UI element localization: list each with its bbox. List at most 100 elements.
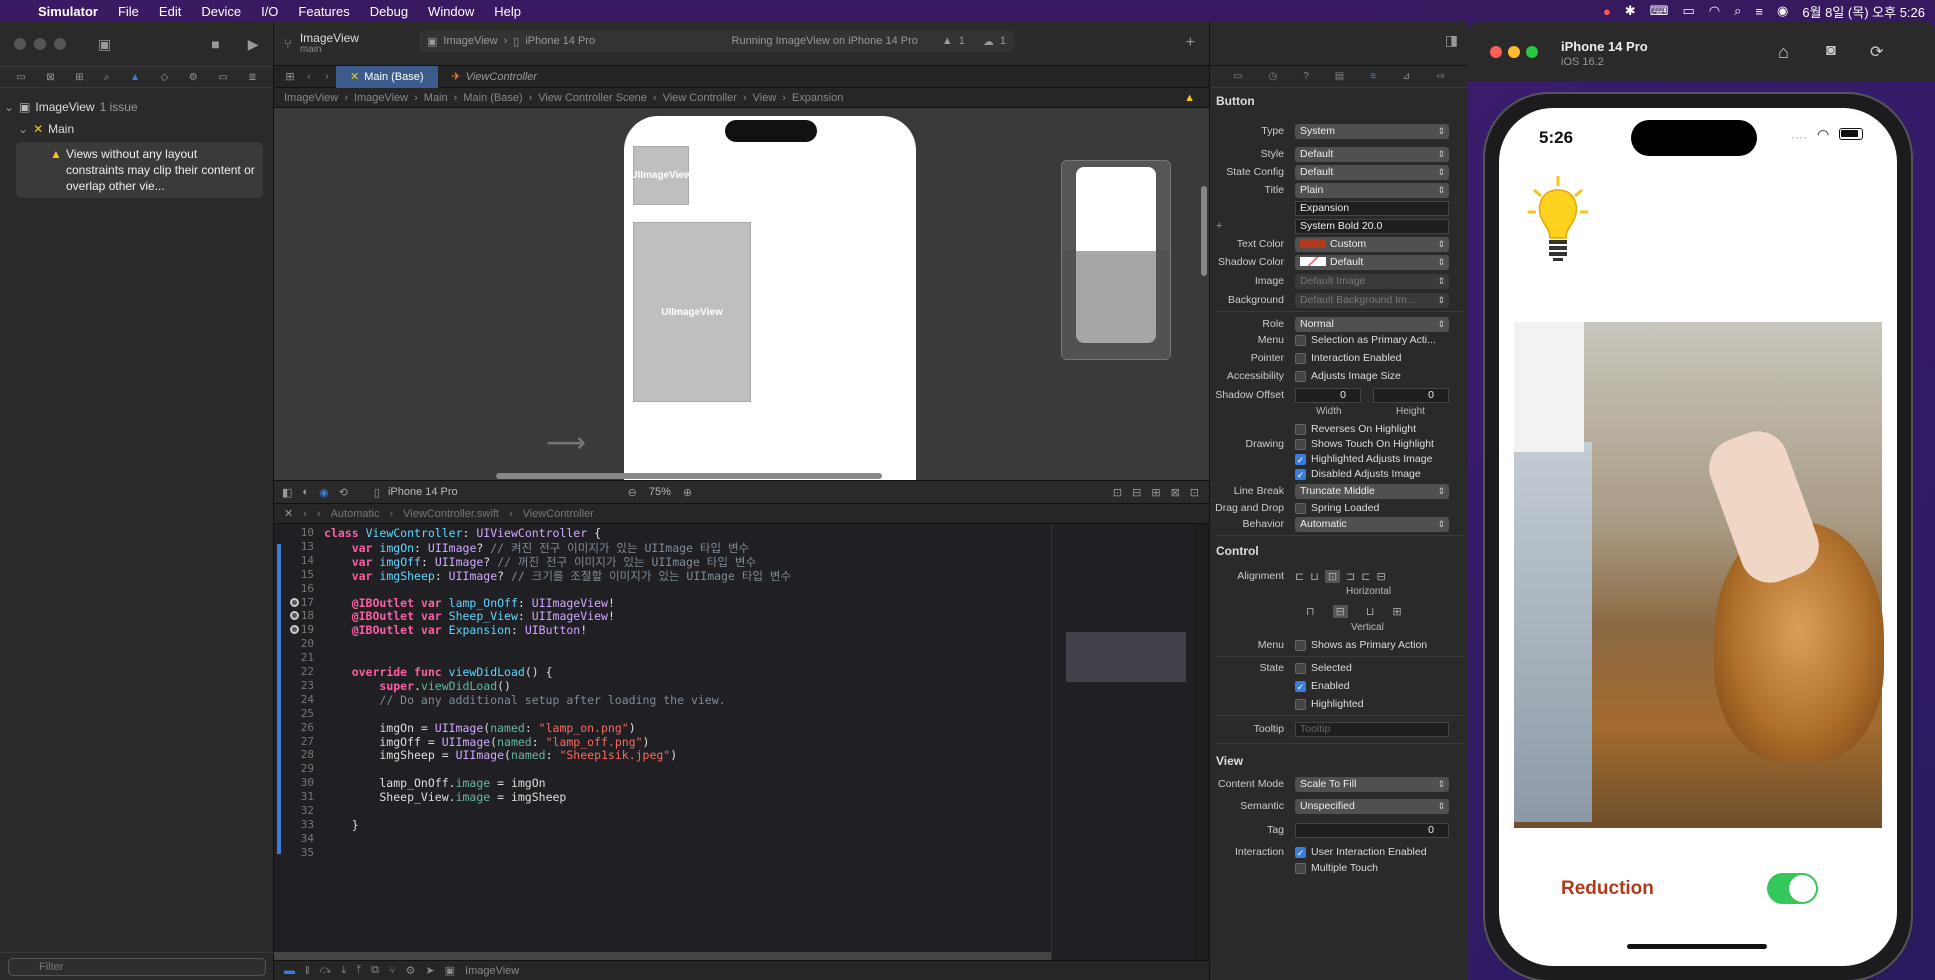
shows-primary-checkbox[interactable]	[1295, 639, 1306, 651]
issue-icon[interactable]: ▲	[130, 72, 140, 83]
breakpoint-icon[interactable]: ▭	[218, 72, 227, 83]
debug-area-toggle-icon[interactable]: ▬	[284, 965, 295, 977]
font-field[interactable]: System Bold 20.0	[1295, 218, 1449, 234]
reverses-checkbox[interactable]	[1295, 423, 1306, 435]
appearance-icon[interactable]: ◐	[302, 486, 309, 498]
align-icon[interactable]: ⊟	[1132, 486, 1141, 499]
history-inspector-icon[interactable]: ◷	[1268, 71, 1277, 82]
menu-device[interactable]: Device	[191, 4, 251, 19]
connections-inspector-icon[interactable]: ⇨	[1437, 71, 1445, 82]
bottom-scheme[interactable]: ImageView	[465, 965, 519, 977]
warning-count[interactable]: 1	[959, 35, 965, 47]
align-left-icon[interactable]: ⊏	[1295, 570, 1304, 583]
code-line[interactable]: imgOff = UIImage(named: "lamp_off.png")	[324, 735, 649, 749]
source-control-icon[interactable]: ⊠	[46, 72, 54, 83]
issue-count[interactable]: 1	[1000, 35, 1006, 47]
code-editor[interactable]: 10 class ViewController: UIViewController…	[274, 524, 1051, 960]
multiple-touch-checkbox[interactable]	[1295, 862, 1306, 874]
highlighted-checkbox[interactable]	[1295, 698, 1306, 710]
code-line[interactable]: Sheep_View.image = imgSheep	[324, 790, 566, 804]
title-select[interactable]: Plain	[1295, 182, 1449, 198]
lamp-image[interactable]	[1526, 172, 1590, 268]
enabled-checkbox[interactable]: ✓	[1295, 680, 1306, 692]
back-icon[interactable]: ‹	[303, 508, 307, 520]
step-over-icon[interactable]: ⤼	[320, 964, 332, 977]
grid-icon[interactable]: ⊞	[280, 70, 300, 83]
jump-item[interactable]: Expansion	[792, 92, 843, 104]
rotate-icon[interactable]: ⟳	[1870, 42, 1883, 62]
outline-toggle-icon[interactable]: ◧	[282, 486, 292, 499]
keyboard-icon[interactable]: ⌨	[1650, 3, 1669, 19]
close-window-button[interactable]	[14, 38, 26, 50]
identity-inspector-icon[interactable]: ▤	[1335, 71, 1344, 82]
vertical-alignment-control[interactable]: ⊓ ⊟ ⊔ ⊞	[1306, 604, 1402, 618]
imageview-small[interactable]: UIImageView	[630, 146, 692, 205]
shadow-color-select[interactable]: Default	[1295, 254, 1449, 270]
step-out-icon[interactable]: ⤒	[356, 964, 361, 977]
horizontal-alignment-control[interactable]: ⊏ ⊔ ⊡ ⊐ ⊏ ⊟	[1295, 569, 1386, 583]
code-line[interactable]: imgSheep = UIImage(named: "Sheep1sik.jpe…	[324, 748, 677, 762]
menu-debug[interactable]: Debug	[360, 4, 418, 19]
find-icon[interactable]: ⌕	[104, 72, 110, 83]
code-line[interactable]: // Do any additional setup after loading…	[324, 693, 725, 707]
style-select[interactable]: Default	[1295, 146, 1449, 162]
code-line[interactable]: class ViewController: UIViewController {	[324, 526, 601, 540]
destination-device[interactable]: iPhone 14 Pro	[525, 35, 595, 47]
image-select[interactable]: Default Image	[1295, 273, 1449, 289]
sim-minimize-button[interactable]	[1508, 46, 1520, 58]
menu-checkbox[interactable]	[1295, 334, 1306, 346]
run-button[interactable]: ▶	[248, 36, 259, 53]
jump-item[interactable]: View Controller Scene	[538, 92, 647, 104]
jump-item[interactable]: ImageView	[284, 92, 338, 104]
align-bottom-icon[interactable]: ⊔	[1366, 605, 1375, 618]
hierarchy-icon[interactable]: ⊞	[75, 72, 83, 83]
align-trailing-icon[interactable]: ⊟	[1376, 570, 1385, 583]
close-icon[interactable]: ✕	[284, 507, 293, 520]
orientation-icon[interactable]: ⟲	[339, 486, 348, 499]
disclosure-icon[interactable]: ⌄	[4, 100, 14, 114]
view-debugger-icon[interactable]: ⧉	[371, 964, 379, 977]
sidebar-toggle-icon[interactable]: ▣	[98, 36, 111, 53]
environment-icon[interactable]: ⚙	[406, 964, 416, 977]
background-select[interactable]: Default Background Im...	[1295, 292, 1449, 308]
zoom-out-icon[interactable]: ⊖	[628, 486, 637, 499]
text-color-select[interactable]: Custom	[1295, 236, 1449, 252]
folder-icon[interactable]: ▭	[16, 72, 25, 83]
menu-features[interactable]: Features	[288, 4, 359, 19]
code-line[interactable]: }	[324, 818, 359, 832]
filter-input[interactable]: Filter	[8, 957, 266, 976]
menu-clock[interactable]: 6월 8일 (목) 오후 5:26	[1802, 2, 1925, 21]
title-field[interactable]: Expansion	[1295, 200, 1449, 216]
state-config-select[interactable]: Default	[1295, 164, 1449, 180]
home-icon[interactable]: ⌂	[1778, 42, 1789, 63]
resolve-issues-icon[interactable]: ⊠	[1171, 486, 1180, 499]
disclosure-icon[interactable]: ⌄	[18, 122, 28, 136]
jump-item[interactable]: ViewController	[523, 508, 594, 520]
interface-builder-canvas[interactable]: UIImageView UIImageView ⟶	[274, 108, 1209, 480]
stop-button[interactable]: ■	[211, 36, 219, 52]
tree-group-row[interactable]: ⌄ ✕ Main	[4, 118, 269, 140]
step-in-icon[interactable]: ⤓	[341, 964, 346, 977]
forward-icon[interactable]: ›	[318, 71, 336, 83]
align-top-icon[interactable]: ⊓	[1306, 605, 1315, 618]
code-line[interactable]: imgOn = UIImage(named: "lamp_on.png")	[324, 721, 635, 735]
tab-main-base[interactable]: ✕ Main (Base)	[336, 65, 438, 88]
behavior-select[interactable]: Automatic	[1295, 516, 1449, 532]
accessibility-checkbox[interactable]	[1295, 370, 1306, 382]
code-line[interactable]: lamp_OnOff.image = imgOn	[324, 776, 545, 790]
align-right-icon[interactable]: ⊐	[1346, 570, 1355, 583]
destination-scheme[interactable]: ImageView	[443, 35, 497, 47]
code-line[interactable]: super.viewDidLoad()	[324, 679, 511, 693]
shadow-height-field[interactable]: 0	[1373, 387, 1449, 403]
control-center-icon[interactable]: ≡	[1755, 4, 1763, 19]
code-line[interactable]: @IBOutlet var Expansion: UIButton!	[324, 623, 587, 637]
canvas-device-label[interactable]: iPhone 14 Pro	[388, 486, 458, 498]
test-icon[interactable]: ◇	[161, 72, 169, 83]
jump-item[interactable]: Main (Base)	[463, 92, 522, 104]
align-fill-icon[interactable]: ⊡	[1324, 569, 1341, 583]
horizontal-scrollbar[interactable]	[496, 473, 882, 479]
spotlight-icon[interactable]: ⌕	[1734, 3, 1741, 19]
code-line[interactable]: var imgSheep: UIImage? // 크기를 조절할 이미지가 있…	[324, 568, 791, 584]
align-vcenter-icon[interactable]: ⊟	[1332, 604, 1348, 618]
code-line[interactable]: @IBOutlet var lamp_OnOff: UIImageView!	[324, 596, 615, 610]
